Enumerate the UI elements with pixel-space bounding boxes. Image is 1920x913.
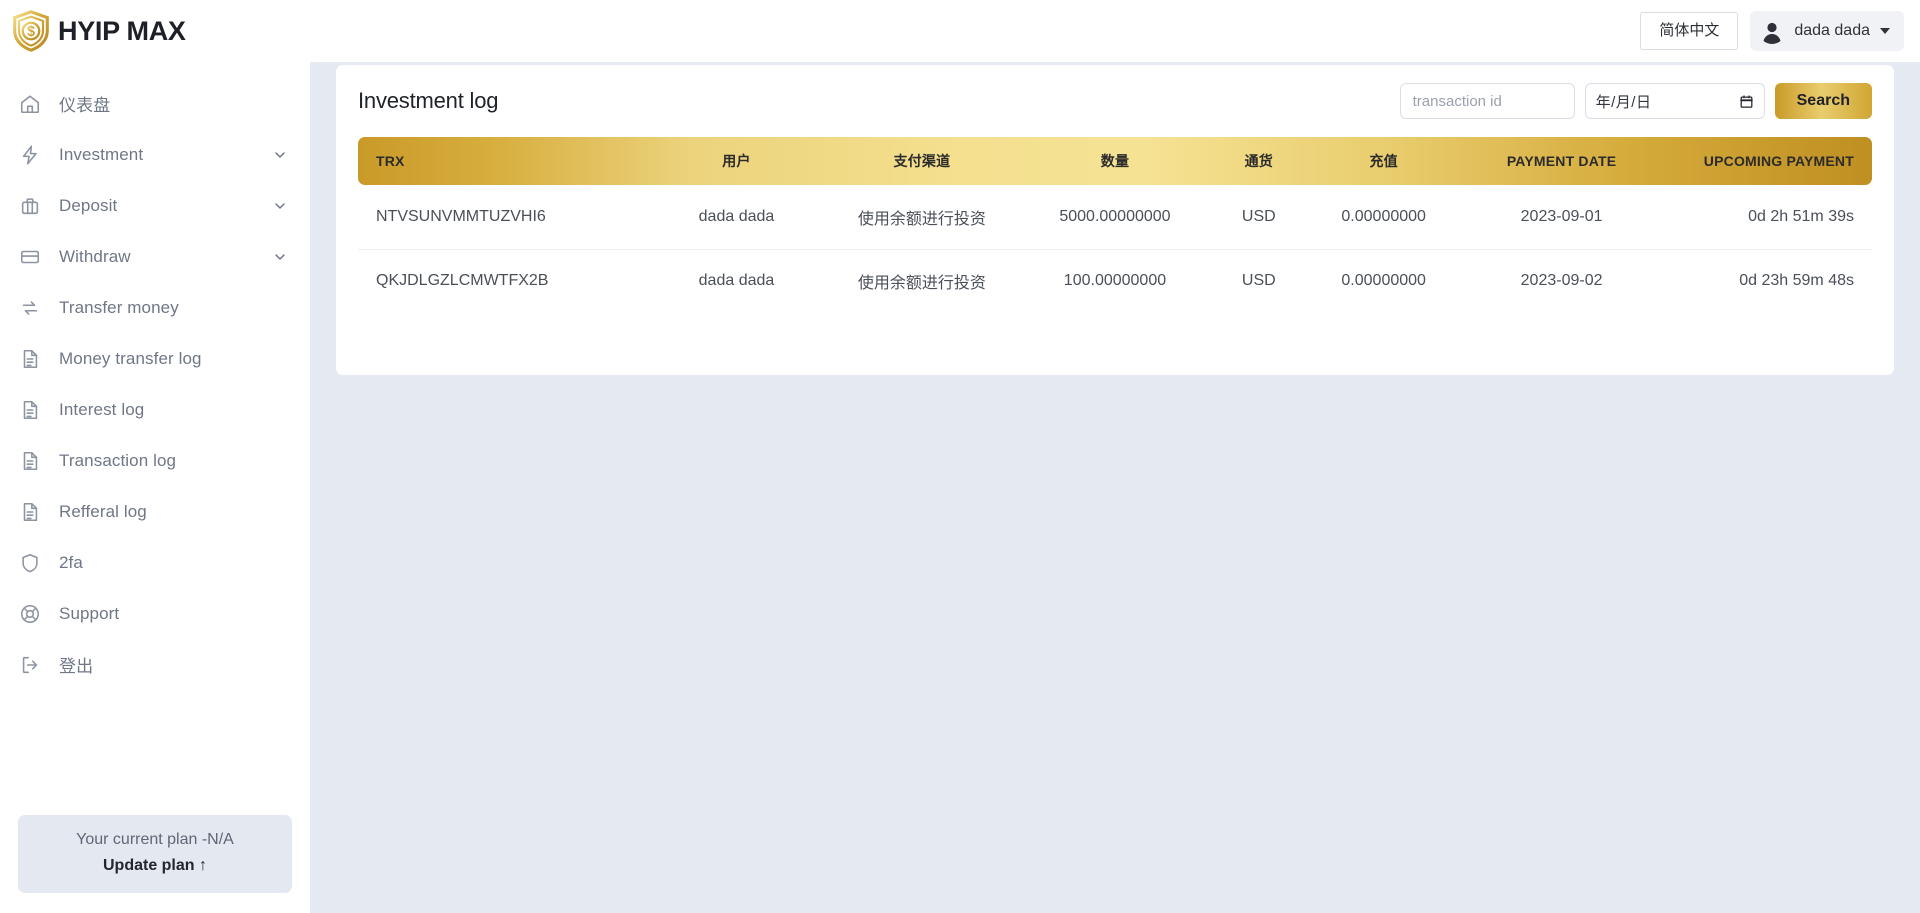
update-plan-link[interactable]: Update plan ↑ <box>28 857 282 875</box>
cell-trx: QKJDLGZLCMWTFX2B <box>358 249 653 313</box>
user-menu[interactable]: dada dada <box>1750 11 1904 51</box>
sidebar: 仪表盘 Investment Deposit <box>0 62 310 913</box>
briefcase-icon <box>18 194 42 218</box>
logout-icon <box>18 653 42 677</box>
table-wrapper: TRX 用户 支付渠道 数量 通货 充值 PAYMENT DATE UPCOMI… <box>336 137 1894 313</box>
cell-currency: USD <box>1206 185 1312 249</box>
sidebar-item-money-transfer-log[interactable]: Money transfer log <box>0 333 310 384</box>
sidebar-item-interest-log[interactable]: Interest log <box>0 384 310 435</box>
column-header-user[interactable]: 用户 <box>653 137 820 185</box>
cell-recharge: 0.00000000 <box>1312 185 1456 249</box>
sidebar-item-transaction-log[interactable]: Transaction log <box>0 435 310 486</box>
cell-amount: 100.00000000 <box>1024 249 1206 313</box>
svg-text:$: $ <box>27 24 35 40</box>
document-icon <box>18 449 42 473</box>
table-row[interactable]: QKJDLGZLCMWTFX2B dada dada 使用余额进行投资 100.… <box>358 249 1872 313</box>
sidebar-item-label: Deposit <box>59 196 117 216</box>
document-icon <box>18 500 42 524</box>
calendar-icon[interactable] <box>1739 94 1754 109</box>
column-header-currency[interactable]: 通货 <box>1206 137 1312 185</box>
cell-trx: NTVSUNVMMTUZVHI6 <box>358 185 653 249</box>
column-header-recharge[interactable]: 充值 <box>1312 137 1456 185</box>
sidebar-item-label: Withdraw <box>59 247 131 267</box>
table-header-row: TRX 用户 支付渠道 数量 通货 充值 PAYMENT DATE UPCOMI… <box>358 137 1872 185</box>
column-header-payment-channel[interactable]: 支付渠道 <box>820 137 1024 185</box>
sidebar-item-label: Interest log <box>59 400 144 420</box>
sidebar-item-dashboard[interactable]: 仪表盘 <box>0 78 310 129</box>
page-title: Investment log <box>358 88 498 114</box>
search-controls: 年/月/日 Search <box>1400 83 1872 119</box>
sidebar-item-label: Refferal log <box>59 502 147 522</box>
user-avatar-icon <box>1759 18 1785 44</box>
sidebar-item-transfer-money[interactable]: Transfer money <box>0 282 310 333</box>
sidebar-item-withdraw[interactable]: Withdraw <box>0 231 310 282</box>
document-icon <box>18 398 42 422</box>
cell-payment-channel: 使用余额进行投资 <box>820 185 1024 249</box>
lifebuoy-icon <box>18 602 42 626</box>
cell-currency: USD <box>1206 249 1312 313</box>
cell-user: dada dada <box>653 185 820 249</box>
cell-recharge: 0.00000000 <box>1312 249 1456 313</box>
cell-payment-date: 2023-09-02 <box>1456 249 1668 313</box>
shield-icon <box>18 551 42 575</box>
shield-dollar-icon: $ <box>8 8 54 54</box>
table-head: TRX 用户 支付渠道 数量 通货 充值 PAYMENT DATE UPCOMI… <box>358 137 1872 185</box>
date-placeholder: 年/月/日 <box>1596 91 1652 112</box>
sidebar-item-label: Transaction log <box>59 451 176 471</box>
brand-name: HYIP MAX <box>58 16 186 47</box>
top-bar: $ HYIP MAX 简体中文 dada dada <box>0 0 1920 62</box>
table-body: NTVSUNVMMTUZVHI6 dada dada 使用余额进行投资 5000… <box>358 185 1872 313</box>
sidebar-item-2fa[interactable]: 2fa <box>0 537 310 588</box>
main-content: Investment log 年/月/日 Search <box>310 62 1920 913</box>
sidebar-item-investment[interactable]: Investment <box>0 129 310 180</box>
sidebar-item-refferal-log[interactable]: Refferal log <box>0 486 310 537</box>
document-icon <box>18 347 42 371</box>
chevron-down-icon[interactable] <box>272 249 288 265</box>
cell-amount: 5000.00000000 <box>1024 185 1206 249</box>
cell-upcoming-payment: 0d 2h 51m 39s <box>1668 185 1872 249</box>
column-header-trx[interactable]: TRX <box>358 137 653 185</box>
current-plan-card: Your current plan -N/A Update plan ↑ <box>18 815 292 893</box>
credit-card-icon <box>18 245 42 269</box>
search-input[interactable] <box>1400 83 1575 119</box>
sidebar-item-support[interactable]: Support <box>0 588 310 639</box>
column-header-payment-date[interactable]: PAYMENT DATE <box>1456 137 1668 185</box>
column-header-amount[interactable]: 数量 <box>1024 137 1206 185</box>
bolt-icon <box>18 143 42 167</box>
sidebar-item-label: Money transfer log <box>59 349 202 369</box>
sidebar-item-label: 2fa <box>59 553 83 573</box>
cell-upcoming-payment: 0d 23h 59m 48s <box>1668 249 1872 313</box>
chevron-down-icon[interactable] <box>272 198 288 214</box>
sidebar-item-label: 仪表盘 <box>59 91 110 116</box>
top-bar-right: 简体中文 dada dada <box>1640 11 1920 51</box>
caret-down-icon <box>1880 28 1890 34</box>
home-icon <box>18 92 42 116</box>
sidebar-item-label: Investment <box>59 145 143 165</box>
cell-user: dada dada <box>653 249 820 313</box>
transfer-arrows-icon <box>18 296 42 320</box>
sidebar-nav: 仪表盘 Investment Deposit <box>0 62 310 815</box>
chevron-down-icon[interactable] <box>272 147 288 163</box>
sidebar-item-label: 登出 <box>59 652 93 677</box>
cell-payment-date: 2023-09-01 <box>1456 185 1668 249</box>
sidebar-item-label: Support <box>59 604 119 624</box>
brand-logo-area[interactable]: $ HYIP MAX <box>0 8 310 54</box>
card-header: Investment log 年/月/日 Search <box>336 65 1894 137</box>
cell-payment-channel: 使用余额进行投资 <box>820 249 1024 313</box>
current-plan-text: Your current plan -N/A <box>28 831 282 849</box>
date-input[interactable]: 年/月/日 <box>1585 83 1765 119</box>
column-header-upcoming-payment[interactable]: UPCOMING PAYMENT <box>1668 137 1872 185</box>
investment-log-card: Investment log 年/月/日 Search <box>336 65 1894 375</box>
investment-log-table: TRX 用户 支付渠道 数量 通货 充值 PAYMENT DATE UPCOMI… <box>358 137 1872 313</box>
language-selector[interactable]: 简体中文 <box>1640 12 1738 50</box>
user-name: dada dada <box>1794 22 1870 40</box>
search-button[interactable]: Search <box>1775 83 1872 119</box>
sidebar-item-deposit[interactable]: Deposit <box>0 180 310 231</box>
sidebar-item-logout[interactable]: 登出 <box>0 639 310 690</box>
table-row[interactable]: NTVSUNVMMTUZVHI6 dada dada 使用余额进行投资 5000… <box>358 185 1872 249</box>
sidebar-item-label: Transfer money <box>59 298 179 318</box>
